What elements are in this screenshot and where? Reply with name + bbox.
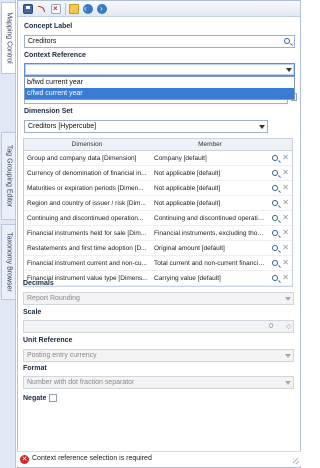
context-reference-dropdown: b/fwd current year c/fwd current year: [24, 76, 295, 100]
table-row[interactable]: Financial instrument current and non-cu.…: [24, 256, 292, 271]
format-select: Number with dot fraction separator: [23, 376, 294, 389]
dimension-set-heading: Dimension Set: [24, 108, 73, 115]
scale-heading: Scale: [23, 309, 42, 316]
close-icon[interactable]: ✕: [282, 258, 289, 268]
dimension-set-select[interactable]: Creditors [Hypercube]: [24, 120, 268, 133]
dimensions-table: Dimension Member Group and company data …: [23, 138, 293, 287]
unit-reference-value: Posting entry currency: [27, 352, 97, 359]
status-bar: ✕ Context reference selection is require…: [17, 451, 301, 466]
search-icon[interactable]: [284, 38, 290, 44]
chevron-down-icon: [285, 354, 291, 358]
search-icon[interactable]: [272, 155, 278, 161]
dimension-cell: Group and company data [Dimension]: [27, 155, 137, 162]
dimension-cell: Continuing and discontinued operation...: [27, 215, 144, 222]
scale-field: 0 ◇: [23, 320, 294, 333]
decimals-value: Report Rounding: [27, 295, 80, 302]
tab-tag-grouping-editor-label: Tag Grouping Editor: [5, 144, 12, 208]
save-icon[interactable]: [23, 4, 33, 14]
search-icon[interactable]: [272, 260, 278, 266]
chevron-down-icon[interactable]: [259, 125, 265, 129]
member-cell: Financial instruments, excluding those..…: [154, 230, 266, 237]
concept-label-value: Creditors: [28, 38, 57, 45]
format-value: Number with dot fraction separator: [27, 379, 135, 386]
search-icon[interactable]: [272, 245, 278, 251]
search-icon[interactable]: [272, 215, 278, 221]
dimension-cell: Financial instruments held for sale [Dim…: [27, 230, 147, 237]
table-row[interactable]: Continuing and discontinued operation...…: [24, 211, 292, 226]
member-cell: Company [default]: [154, 155, 207, 162]
negate-heading: Negate: [23, 395, 47, 402]
scale-stepper-icon: ◇: [286, 324, 291, 330]
close-icon[interactable]: ✕: [282, 213, 289, 223]
tab-taxonomy-browser[interactable]: Taxonomy Browser: [1, 224, 15, 300]
member-cell: Continuing and discontinued operatio...: [154, 215, 266, 222]
table-row[interactable]: Restatements and first time adoption [D.…: [24, 241, 292, 256]
open-folder-icon[interactable]: [69, 4, 79, 14]
dimension-cell: Financial instrument current and non-cu.…: [27, 260, 147, 267]
search-icon[interactable]: [272, 170, 278, 176]
close-icon[interactable]: ✕: [282, 198, 289, 208]
close-icon[interactable]: ✕: [282, 228, 289, 238]
dimension-set-value: Creditors [Hypercube]: [28, 123, 97, 130]
context-option-cfwd[interactable]: c/fwd current year: [25, 88, 294, 99]
member-cell: Original amount [default]: [154, 245, 225, 252]
forward-icon[interactable]: ›: [97, 4, 107, 14]
tab-tag-grouping-editor[interactable]: Tag Grouping Editor: [1, 132, 15, 220]
table-header: Dimension Member: [24, 139, 292, 151]
close-icon[interactable]: ✕: [282, 168, 289, 178]
unit-reference-heading: Unit Reference: [23, 337, 73, 344]
member-cell: Not applicable [default]: [154, 185, 221, 192]
close-icon[interactable]: ✕: [282, 243, 289, 253]
error-icon: ✕: [20, 455, 29, 464]
table-row[interactable]: Financial instruments held for sale [Dim…: [24, 226, 292, 241]
status-message: Context reference selection is required: [32, 455, 152, 462]
decimals-heading: Decimals: [23, 280, 54, 287]
concept-label-heading: Concept Label: [24, 23, 73, 30]
search-icon[interactable]: [272, 185, 278, 191]
back-icon[interactable]: ‹: [83, 4, 93, 14]
resize-grip-icon[interactable]: [293, 458, 299, 464]
member-cell: Not applicable [default]: [154, 200, 221, 207]
column-header-dimension[interactable]: Dimension: [24, 139, 150, 151]
tab-mapping-control-label: Mapping Control: [5, 12, 12, 64]
negate-checkbox[interactable]: [49, 394, 57, 402]
side-tab-strip: Mapping Control Tag Grouping Editor Taxo…: [0, 0, 16, 468]
search-icon[interactable]: [272, 200, 278, 206]
table-row[interactable]: Currency of denomination of financial in…: [24, 166, 292, 181]
member-cell: Not applicable [default]: [154, 170, 221, 177]
context-option-bfwd[interactable]: b/fwd current year: [25, 77, 294, 88]
table-row[interactable]: Maturities or expiration periods [Dimen.…: [24, 181, 292, 196]
dimension-cell: Restatements and first time adoption [D.…: [27, 245, 147, 252]
column-header-member[interactable]: Member: [150, 139, 270, 151]
member-cell: Carrying value [default]: [154, 275, 221, 282]
close-icon[interactable]: ✕: [282, 153, 289, 163]
decimals-select: Report Rounding: [23, 292, 294, 305]
context-reference-heading: Context Reference: [24, 52, 86, 59]
search-icon[interactable]: [272, 275, 278, 281]
table-row[interactable]: Financial instrument value type [Dimens.…: [24, 271, 292, 286]
toolbar-separator: [65, 3, 66, 15]
close-icon[interactable]: ✕: [282, 273, 289, 283]
clear-icon[interactable]: ×: [51, 4, 61, 14]
tab-taxonomy-browser-label: Taxonomy Browser: [5, 232, 12, 292]
table-row[interactable]: Region and country of issuer / risk [Dim…: [24, 196, 292, 211]
member-cell: Total current and non-current financial …: [154, 260, 266, 267]
dimension-cell: Maturities or expiration periods [Dimen.…: [27, 185, 144, 192]
chevron-down-icon: [285, 297, 291, 301]
chevron-down-icon[interactable]: [286, 68, 292, 72]
close-icon[interactable]: ✕: [282, 183, 289, 193]
dimension-cell: Region and country of issuer / risk [Dim…: [27, 200, 146, 207]
format-heading: Format: [23, 365, 47, 372]
search-icon[interactable]: [272, 230, 278, 236]
unit-reference-select: Posting entry currency: [23, 349, 294, 362]
undo-icon[interactable]: [37, 4, 47, 14]
chevron-down-icon: [285, 381, 291, 385]
concept-label-field[interactable]: Creditors: [24, 35, 295, 48]
scale-value: 0: [269, 323, 273, 330]
toolbar: × ‹ ›: [18, 1, 300, 17]
context-reference-select[interactable]: [24, 63, 295, 76]
dimension-cell: Currency of denomination of financial in…: [27, 170, 147, 177]
table-row[interactable]: Group and company data [Dimension] Compa…: [24, 151, 292, 166]
tab-mapping-control[interactable]: Mapping Control: [1, 2, 15, 74]
